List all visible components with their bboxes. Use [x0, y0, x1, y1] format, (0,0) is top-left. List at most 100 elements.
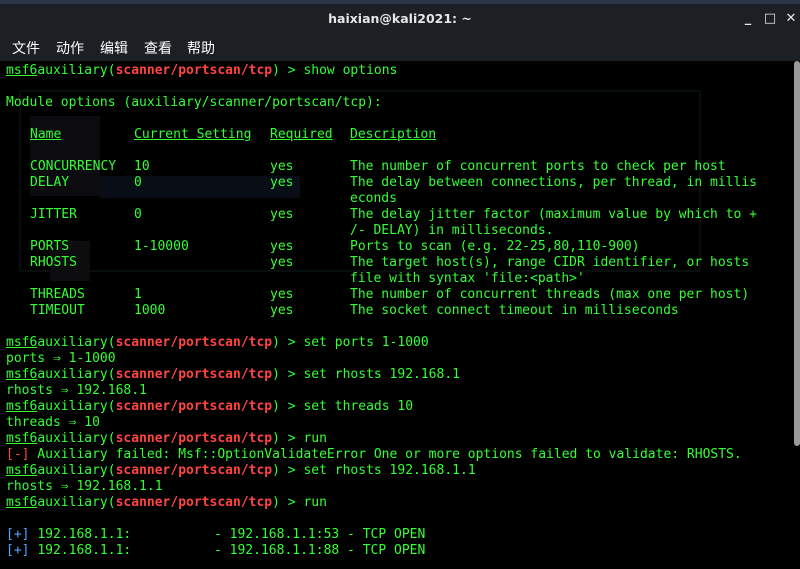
scrollbar[interactable]	[794, 61, 800, 446]
prompt-prefix: auxiliary(	[37, 335, 116, 350]
menu-file[interactable]: 文件	[12, 38, 40, 58]
prompt-prefix: auxiliary(	[37, 399, 116, 414]
scan-result: - 192.168.1.1:88 - TCP OPEN	[214, 543, 426, 558]
option-name: RHOSTS	[30, 255, 77, 270]
header-current-setting: Current Setting	[134, 127, 252, 142]
command-text: set rhosts 192.168.1	[303, 367, 460, 382]
menu-help[interactable]: 帮助	[187, 38, 215, 58]
option-required: yes	[270, 239, 294, 254]
command-text: run	[303, 431, 327, 446]
prompt-suffix: ) >	[272, 431, 304, 446]
maximize-icon[interactable]: □	[760, 10, 780, 28]
title-bar: haixian@kali2021: ~ _ □ ✕	[0, 4, 800, 34]
command-output: ports ⇒ 1-1000	[6, 351, 116, 366]
prompt-line: msf6auxiliary(scanner/portscan/tcp) > ru…	[6, 431, 327, 447]
command-text: set threads 10	[303, 399, 414, 414]
prompt-module: scanner/portscan/tcp	[115, 495, 273, 510]
command-output: rhosts ⇒ 192.168.1	[6, 383, 147, 398]
menu-view[interactable]: 查看	[144, 38, 172, 58]
prompt-prefix: auxiliary(	[37, 367, 116, 382]
option-setting: 1	[134, 287, 142, 302]
option-name: TIMEOUT	[30, 303, 85, 318]
prompt-prefix: auxiliary(	[37, 495, 116, 510]
prompt-suffix: ) >	[272, 335, 304, 350]
option-setting: 1-10000	[134, 239, 189, 254]
option-description: The number of concurrent threads (max on…	[350, 287, 750, 302]
header-required: Required	[270, 127, 333, 142]
scan-result: - 192.168.1.1:53 - TCP OPEN	[214, 527, 426, 542]
option-description-cont: file with syntax 'file:<path>'	[350, 271, 585, 286]
option-description: The delay jitter factor (maximum value b…	[350, 207, 757, 222]
option-description: Ports to scan (e.g. 22-25,80,110-900)	[350, 239, 640, 254]
prompt-msf: msf6	[6, 399, 38, 414]
prompt-msf: msf6	[6, 463, 38, 478]
prompt-prefix: auxiliary(	[37, 463, 116, 478]
prompt-msf: msf6	[6, 367, 38, 382]
window-title: haixian@kali2021: ~	[328, 11, 472, 26]
prompt-suffix: ) >	[272, 495, 304, 510]
prompt-suffix: ) >	[272, 399, 304, 414]
command-output: rhosts ⇒ 192.168.1.1	[6, 479, 163, 494]
option-setting: 1000	[134, 303, 166, 318]
prompt-line: msf6auxiliary(scanner/portscan/tcp) > se…	[6, 335, 429, 351]
scan-host: 192.168.1.1:	[37, 543, 132, 558]
terminal-output[interactable]: msf6auxiliary(scanner/portscan/tcp) > sh…	[0, 61, 800, 569]
scan-host: 192.168.1.1:	[37, 527, 132, 542]
option-required: yes	[270, 287, 294, 302]
error-message: Auxiliary failed: Msf::OptionValidateErr…	[29, 447, 742, 462]
option-description-cont: econds	[350, 191, 397, 206]
option-required: yes	[270, 159, 294, 174]
option-name: PORTS	[30, 239, 70, 254]
prompt-msf: msf6	[6, 63, 38, 78]
menu-bar: 文件 动作 编辑 查看 帮助	[0, 34, 800, 62]
prompt-line: msf6auxiliary(scanner/portscan/tcp) > ru…	[6, 495, 327, 511]
header-name: Name	[30, 127, 62, 142]
option-setting: 0	[134, 207, 142, 222]
option-name: DELAY	[30, 175, 70, 190]
option-setting: 10	[134, 159, 150, 174]
prompt-msf: msf6	[6, 431, 38, 446]
prompt-prefix: auxiliary(	[37, 63, 116, 78]
prompt-module: scanner/portscan/tcp	[115, 63, 273, 78]
command-text: set rhosts 192.168.1.1	[303, 463, 476, 478]
option-required: yes	[270, 255, 294, 270]
prompt-module: scanner/portscan/tcp	[115, 335, 273, 350]
prompt-module: scanner/portscan/tcp	[115, 399, 273, 414]
option-required: yes	[270, 303, 294, 318]
prompt-module: scanner/portscan/tcp	[115, 431, 273, 446]
option-name: CONCURRENCY	[30, 159, 117, 174]
option-description: The delay between connections, per threa…	[350, 175, 757, 190]
menu-action[interactable]: 动作	[56, 38, 84, 58]
prompt-suffix: ) >	[272, 463, 304, 478]
option-name: THREADS	[30, 287, 85, 302]
menu-edit[interactable]: 编辑	[100, 38, 128, 58]
error-line: [-] Auxiliary failed: Msf::OptionValidat…	[6, 447, 742, 463]
prompt-suffix: ) >	[272, 367, 304, 382]
scan-result-line: [+] 192.168.1.1:	[6, 543, 131, 559]
command-output: threads ⇒ 10	[6, 415, 100, 430]
option-required: yes	[270, 207, 294, 222]
prompt-msf: msf6	[6, 335, 38, 350]
header-description: Description	[350, 127, 437, 142]
terminal-window: haixian@kali2021: ~ _ □ ✕ 文件 动作 编辑 查看 帮助…	[0, 0, 800, 569]
prompt-suffix: ) >	[272, 63, 304, 78]
prompt-msf: msf6	[6, 495, 38, 510]
option-name: JITTER	[30, 207, 77, 222]
close-icon[interactable]: ✕	[781, 10, 800, 28]
prompt-line: msf6auxiliary(scanner/portscan/tcp) > se…	[6, 367, 460, 383]
error-tag: [-]	[6, 447, 30, 462]
option-description-cont: /- DELAY) in milliseconds.	[350, 223, 554, 238]
success-tag: [+]	[6, 543, 30, 558]
success-tag: [+]	[6, 527, 30, 542]
option-description: The number of concurrent ports to check …	[350, 159, 726, 174]
command-text: show options	[303, 63, 398, 78]
scan-result-line: [+] 192.168.1.1:	[6, 527, 131, 543]
prompt-line: msf6auxiliary(scanner/portscan/tcp) > se…	[6, 463, 476, 479]
prompt-line: msf6auxiliary(scanner/portscan/tcp) > sh…	[6, 63, 397, 79]
minimize-icon[interactable]: _	[738, 10, 758, 28]
option-setting: 0	[134, 175, 142, 190]
module-options-heading: Module options (auxiliary/scanner/portsc…	[6, 95, 382, 110]
prompt-line: msf6auxiliary(scanner/portscan/tcp) > se…	[6, 399, 413, 415]
command-text: set ports 1-1000	[303, 335, 429, 350]
prompt-prefix: auxiliary(	[37, 431, 116, 446]
